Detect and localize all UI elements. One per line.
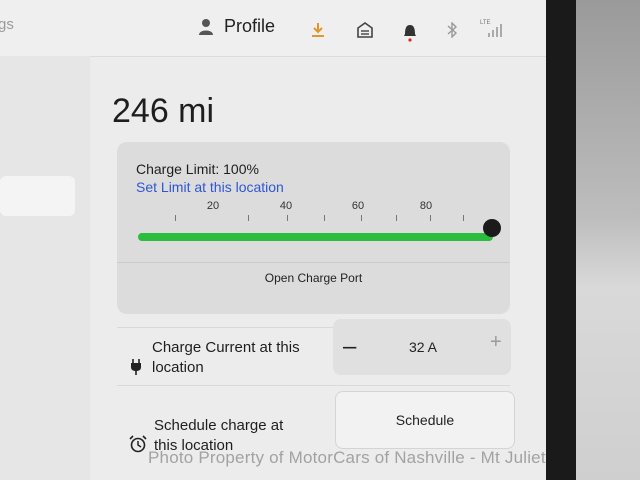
vehicle-screen: gs Profile LTE 246 mi Charge Limit: 100%… <box>0 0 560 480</box>
person-icon <box>199 18 213 35</box>
card-divider <box>117 262 510 263</box>
bell-icon[interactable] <box>403 22 417 42</box>
charge-current-label-line2: location <box>152 359 204 376</box>
profile-button[interactable]: Profile <box>198 16 275 37</box>
background-outside-screen <box>576 0 640 480</box>
increase-current-button[interactable]: + <box>490 331 502 354</box>
charge-limit-slider[interactable] <box>138 233 493 241</box>
slider-tick-label: 80 <box>419 200 433 212</box>
slider-tick-label: 40 <box>279 200 293 212</box>
charge-limit-label: Charge Limit: 100% <box>136 161 259 177</box>
slider-tick <box>324 215 325 221</box>
alarm-clock-icon <box>129 435 147 453</box>
signal-icon <box>488 24 502 37</box>
charge-limit-card: Charge Limit: 100% Set Limit at this loc… <box>117 142 510 314</box>
plug-icon <box>131 359 141 375</box>
slider-tick-label: 60 <box>351 200 365 212</box>
open-charge-port-button[interactable]: Open Charge Port <box>117 271 510 285</box>
bluetooth-icon[interactable] <box>446 22 458 38</box>
charge-current-label-line1: Charge Current at this <box>152 339 300 356</box>
decrease-current-button[interactable]: – <box>343 333 356 361</box>
slider-tick <box>361 215 362 221</box>
slider-tick <box>396 215 397 221</box>
charge-current-label: Charge Current at this location <box>152 338 300 378</box>
row-divider <box>117 385 510 386</box>
range-display: 246 mi <box>112 92 215 130</box>
left-panel <box>0 56 90 480</box>
slider-knob[interactable] <box>483 219 501 237</box>
slider-tick <box>287 215 288 221</box>
schedule-label-line1: Schedule charge at <box>154 417 284 434</box>
garage-icon[interactable] <box>357 22 373 38</box>
profile-label: Profile <box>224 16 276 36</box>
schedule-button[interactable]: Schedule <box>335 391 515 449</box>
slider-tick <box>463 215 464 221</box>
slider-tick <box>248 215 249 221</box>
watermark-text: Photo Property of MotorCars of Nashville… <box>148 448 546 467</box>
left-panel-item[interactable] <box>0 176 75 216</box>
slider-tick <box>430 215 431 221</box>
slider-tick-label: 20 <box>206 200 220 212</box>
top-status-bar: gs Profile LTE <box>0 0 546 57</box>
set-limit-link[interactable]: Set Limit at this location <box>136 179 284 195</box>
charge-current-value: 32 A <box>408 339 438 355</box>
slider-tick <box>175 215 176 221</box>
left-tab-text[interactable]: gs <box>0 16 14 33</box>
charge-current-stepper: – 32 A + <box>333 319 511 375</box>
screen-bezel <box>546 0 576 480</box>
download-icon[interactable] <box>311 22 325 38</box>
